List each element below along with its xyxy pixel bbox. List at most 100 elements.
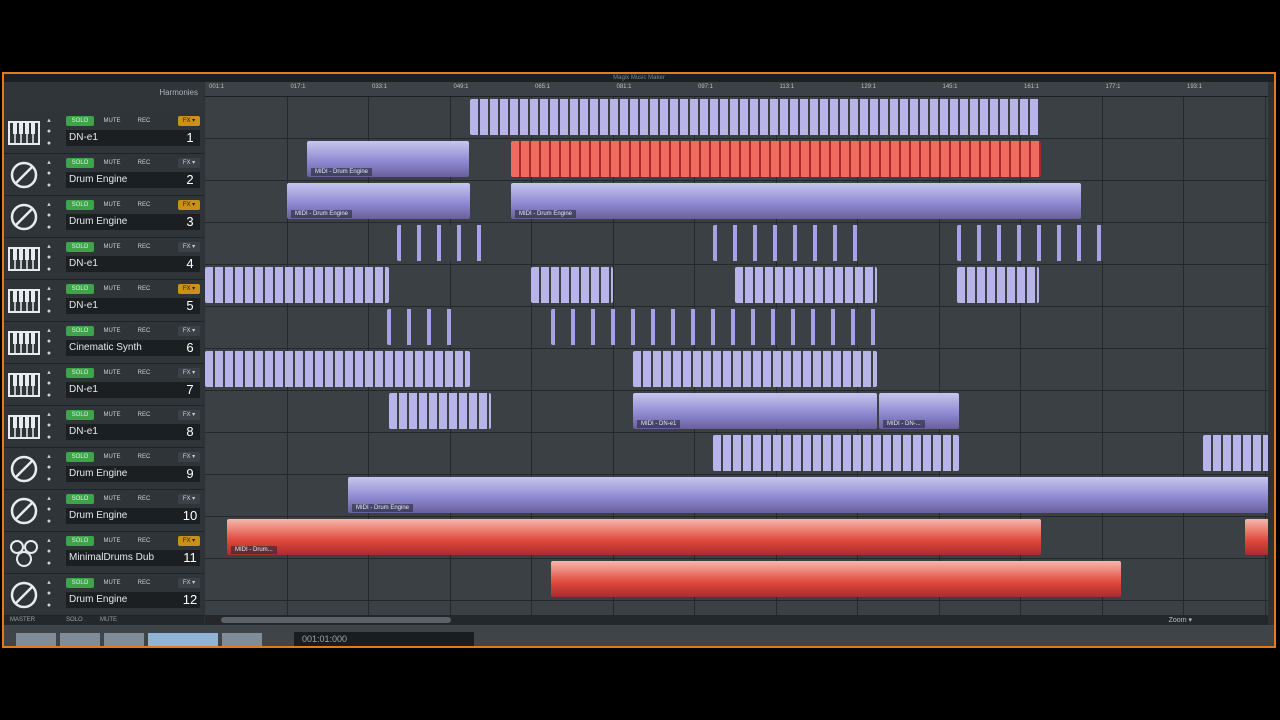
track-header[interactable]: ▴ ● ● SOLO MUTE REC FX ▾ MinimalDrums Dub 11 <box>4 532 204 574</box>
keyboard-icon[interactable] <box>7 118 41 148</box>
track-name[interactable]: MinimalDrums Dub <box>66 550 180 566</box>
knob-icon[interactable]: ● <box>44 295 54 304</box>
solo-button[interactable]: SOLO <box>66 200 94 210</box>
knob-icon[interactable]: ● <box>44 475 54 484</box>
track-name[interactable]: DN-e1 <box>66 256 180 272</box>
arrow-up-icon[interactable]: ▴ <box>44 200 54 209</box>
solo-button[interactable]: SOLO <box>66 578 94 588</box>
solo-button[interactable]: SOLO <box>66 368 94 378</box>
rec-button[interactable]: REC <box>130 368 158 378</box>
arrow-up-icon[interactable]: ▴ <box>44 410 54 419</box>
solo-button[interactable]: SOLO <box>66 494 94 504</box>
arrangement-area[interactable]: MIDI - Drum Engine MIDI - Drum Engine MIDI… <box>205 97 1268 616</box>
arrow-up-icon[interactable]: ▴ <box>44 158 54 167</box>
midi-clip[interactable] <box>633 351 877 387</box>
midi-clip[interactable] <box>205 351 470 387</box>
knob-icon[interactable]: ● <box>44 589 54 598</box>
midi-clip[interactable] <box>957 225 1117 261</box>
knob-icon[interactable]: ● <box>44 337 54 346</box>
drum-icon[interactable] <box>7 202 41 232</box>
fx-button[interactable]: FX ▾ <box>178 452 200 462</box>
mute-button[interactable]: MUTE <box>98 242 126 252</box>
mute-button[interactable]: MUTE <box>98 158 126 168</box>
knob-icon[interactable]: ● <box>44 379 54 388</box>
arrow-up-icon[interactable]: ▴ <box>44 368 54 377</box>
transport-button[interactable] <box>222 633 262 646</box>
solo-button[interactable]: SOLO <box>66 284 94 294</box>
rec-button[interactable]: REC <box>130 116 158 126</box>
keyboard-icon[interactable] <box>7 328 41 358</box>
midi-clip[interactable] <box>713 435 959 471</box>
rec-button[interactable]: REC <box>130 578 158 588</box>
knob-icon[interactable]: ● <box>44 307 54 316</box>
fx-button[interactable]: FX ▾ <box>178 284 200 294</box>
mute-button[interactable]: MUTE <box>98 326 126 336</box>
mute-button[interactable]: MUTE <box>98 494 126 504</box>
rec-button[interactable]: REC <box>130 242 158 252</box>
fx-button[interactable]: FX ▾ <box>178 578 200 588</box>
fx-button[interactable]: FX ▾ <box>178 326 200 336</box>
track-name[interactable]: DN-e1 <box>66 130 180 146</box>
knob-icon[interactable]: ● <box>44 421 54 430</box>
midi-clip[interactable] <box>511 141 1041 177</box>
arrow-up-icon[interactable]: ▴ <box>44 494 54 503</box>
keyboard-icon[interactable] <box>7 286 41 316</box>
track-name[interactable]: Cinematic Synth <box>66 340 180 356</box>
transport-button[interactable] <box>104 633 144 646</box>
transport-button[interactable] <box>60 633 100 646</box>
transport-button-active[interactable] <box>148 633 218 646</box>
mute-button[interactable]: MUTE <box>98 116 126 126</box>
rec-button[interactable]: REC <box>130 410 158 420</box>
solo-button[interactable]: SOLO <box>66 116 94 126</box>
track-name[interactable]: DN-e1 <box>66 424 180 440</box>
track-header[interactable]: ▴ ● ● SOLO MUTE REC FX ▾ Drum Engine 10 <box>4 490 204 532</box>
midi-clip[interactable] <box>470 99 1040 135</box>
track-header[interactable]: ▴ ● ● SOLO MUTE REC FX ▾ DN-e1 4 <box>4 238 204 280</box>
midi-clip[interactable] <box>531 267 613 303</box>
midi-clip[interactable] <box>205 267 389 303</box>
track-header[interactable]: ▴ ● ● SOLO MUTE REC FX ▾ DN-e1 7 <box>4 364 204 406</box>
midi-clip[interactable]: MIDI - DN-... <box>879 393 959 429</box>
fx-button[interactable]: FX ▾ <box>178 158 200 168</box>
mute-button[interactable]: MUTE <box>98 410 126 420</box>
solo-button[interactable]: SOLO <box>66 326 94 336</box>
midi-clip[interactable]: MIDI - Drum... <box>227 519 1041 555</box>
keyboard-icon[interactable] <box>7 370 41 400</box>
preset-dropdown[interactable]: Harmonies <box>159 88 198 97</box>
fx-button[interactable]: FX ▾ <box>178 242 200 252</box>
track-name[interactable]: Drum Engine <box>66 214 180 230</box>
midi-clip[interactable]: MIDI - Drum Engine <box>511 183 1081 219</box>
rec-button[interactable]: REC <box>130 284 158 294</box>
midi-clip[interactable] <box>551 561 1121 597</box>
drum-icon[interactable] <box>7 454 41 484</box>
mute-button[interactable]: MUTE <box>98 284 126 294</box>
knob-icon[interactable]: ● <box>44 433 54 442</box>
solo-button[interactable]: SOLO <box>66 452 94 462</box>
transport-button[interactable] <box>16 633 56 646</box>
track-header[interactable]: ▴ ● ● SOLO MUTE REC FX ▾ DN-e1 5 <box>4 280 204 322</box>
knob-icon[interactable]: ● <box>44 139 54 148</box>
drum-icon[interactable] <box>7 580 41 610</box>
drum-icon[interactable] <box>7 496 41 526</box>
knob-icon[interactable]: ● <box>44 211 54 220</box>
track-header[interactable]: ▴ ● ● SOLO MUTE REC FX ▾ Cinematic Synth 6 <box>4 322 204 364</box>
solo-button[interactable]: SOLO <box>66 410 94 420</box>
midi-clip[interactable] <box>387 309 457 345</box>
mute-button[interactable]: MUTE <box>98 536 126 546</box>
track-header[interactable]: ▴ ● ● SOLO MUTE REC FX ▾ DN-e1 8 <box>4 406 204 448</box>
arrow-up-icon[interactable]: ▴ <box>44 452 54 461</box>
track-name[interactable]: Drum Engine <box>66 466 180 482</box>
midi-clip[interactable] <box>1203 435 1268 471</box>
keyboard-icon[interactable] <box>7 244 41 274</box>
arrow-up-icon[interactable]: ▴ <box>44 578 54 587</box>
mute-button[interactable]: MUTE <box>98 452 126 462</box>
fx-button[interactable]: FX ▾ <box>178 494 200 504</box>
knob-icon[interactable]: ● <box>44 349 54 358</box>
knob-icon[interactable]: ● <box>44 505 54 514</box>
rec-button[interactable]: REC <box>130 452 158 462</box>
drumkit-icon[interactable] <box>7 538 41 568</box>
midi-clip[interactable] <box>1245 519 1268 555</box>
rec-button[interactable]: REC <box>130 494 158 504</box>
track-name[interactable]: Drum Engine <box>66 508 180 524</box>
rec-button[interactable]: REC <box>130 536 158 546</box>
